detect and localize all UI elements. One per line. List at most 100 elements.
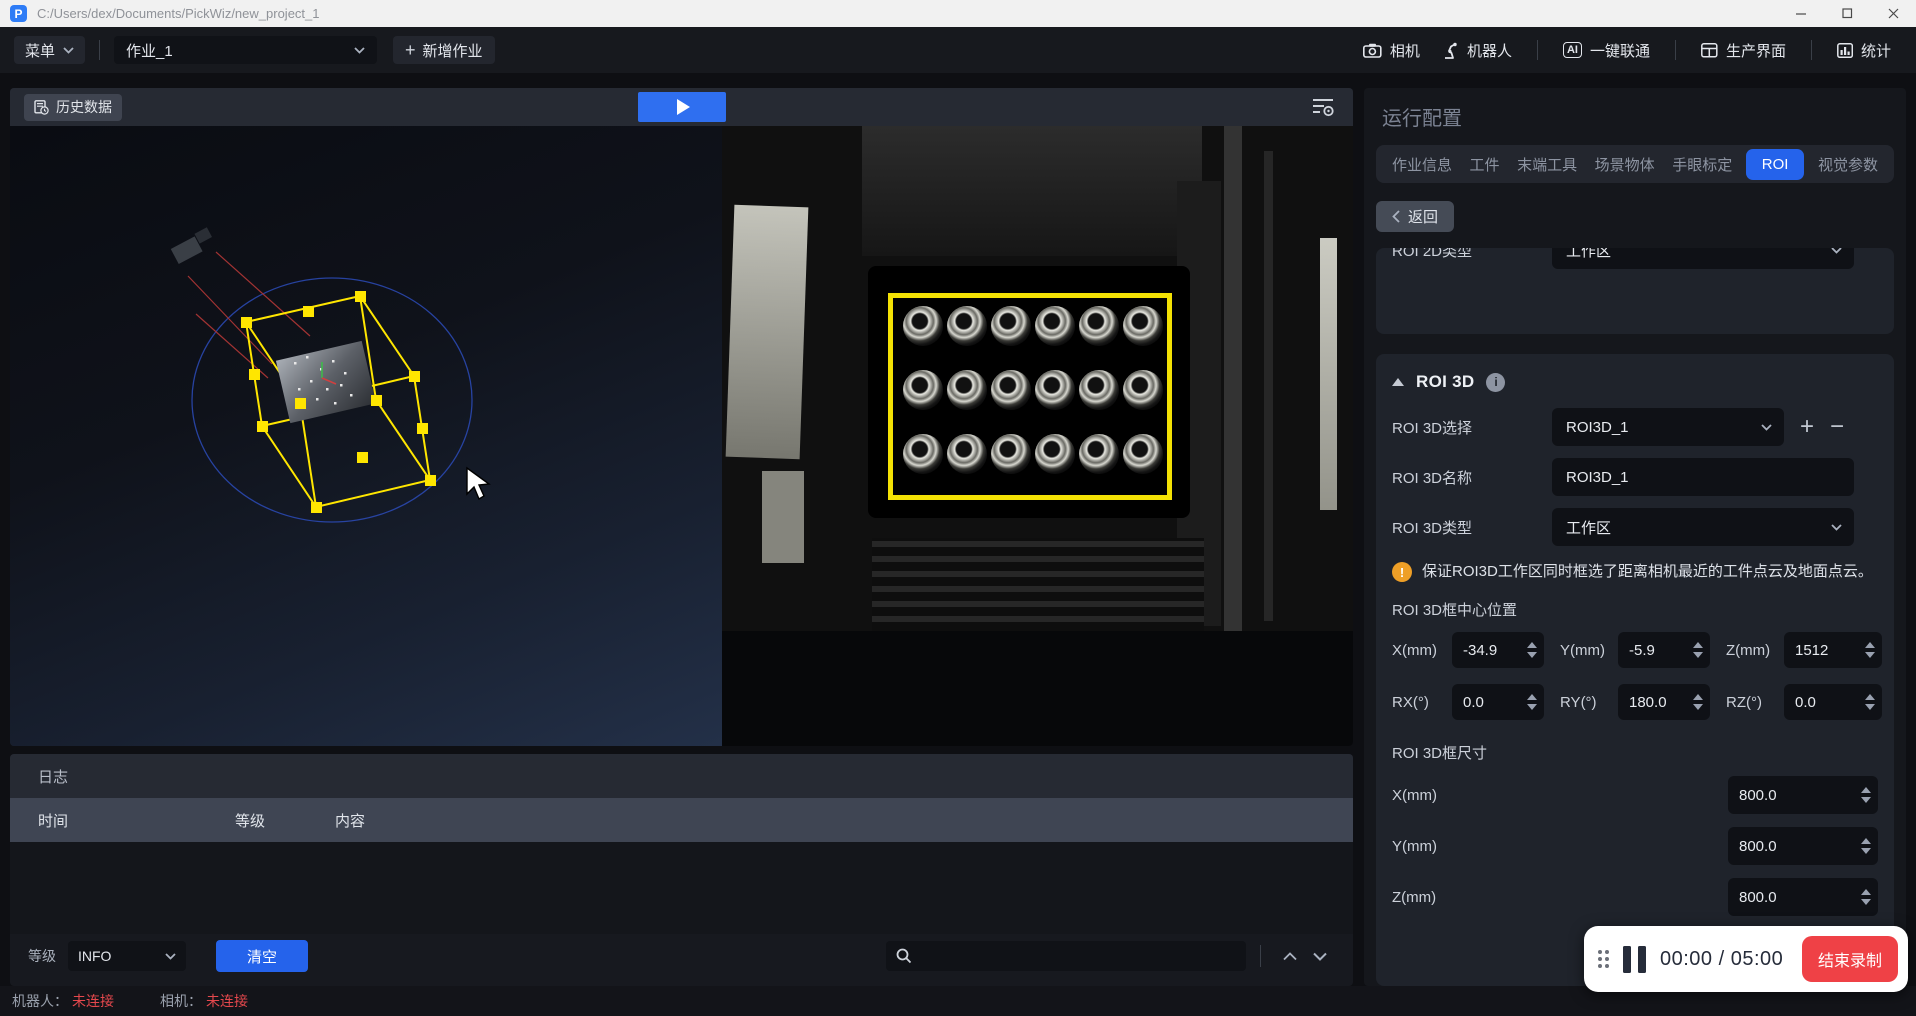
app-logo-icon: P	[10, 5, 27, 22]
ry-label: RY(°)	[1560, 693, 1597, 711]
roi3d-select-value: ROI3D_1	[1566, 418, 1629, 436]
tab-roi[interactable]: ROI	[1745, 148, 1805, 180]
log-controls: 等级 INFO 清空	[10, 934, 1353, 986]
back-label: 返回	[1408, 209, 1439, 226]
toolbar-divider	[1536, 40, 1538, 60]
back-button[interactable]: 返回	[1376, 201, 1455, 232]
remove-roi3d-button[interactable]: −	[1830, 415, 1844, 439]
size-z-value: 800.0	[1739, 888, 1777, 906]
roi3d-name-label: ROI 3D名称	[1392, 469, 1473, 487]
history-data-button[interactable]: 历史数据	[24, 93, 122, 121]
log-table-body[interactable]	[10, 842, 1353, 934]
info-icon[interactable]: i	[1486, 372, 1506, 392]
rx-stepper[interactable]: 0.0	[1452, 684, 1544, 721]
tab-workpiece[interactable]: 工件	[1466, 148, 1504, 181]
ai-connect-button[interactable]: AI 一键联通	[1552, 36, 1661, 64]
tab-end-tool[interactable]: 末端工具	[1513, 148, 1581, 181]
tab-job-info[interactable]: 作业信息	[1388, 148, 1456, 181]
menu-button[interactable]: 菜单	[14, 36, 86, 64]
search-prev-button[interactable]	[1275, 943, 1305, 969]
bright-panel	[725, 204, 809, 460]
size-x-stepper[interactable]: 800.0	[1728, 776, 1878, 815]
x-center-stepper[interactable]: -34.9	[1452, 632, 1544, 669]
viewport-panel: 历史数据	[10, 88, 1353, 746]
pause-button[interactable]	[1623, 945, 1646, 973]
roi-2d-rectangle[interactable]	[888, 293, 1172, 500]
roi3d-section-title: ROI 3D	[1416, 372, 1475, 391]
run-play-button[interactable]	[637, 92, 726, 122]
roi3d-type-select[interactable]: 工作区	[1552, 508, 1854, 546]
size-y-label: Y(mm)	[1392, 837, 1437, 855]
stepper-arrows-icon[interactable]	[1865, 694, 1875, 711]
log-table-header: 时间 等级 内容	[10, 798, 1353, 842]
machine-base	[872, 538, 1204, 631]
stepper-arrows-icon[interactable]	[1527, 642, 1537, 659]
roi3d-name-input[interactable]: ROI3D_1	[1552, 458, 1854, 496]
camera-button[interactable]: 相机	[1352, 36, 1431, 64]
y-center-stepper[interactable]: -5.9	[1618, 632, 1710, 669]
maximize-button[interactable]	[1824, 0, 1870, 27]
close-button[interactable]	[1870, 0, 1916, 27]
stepper-arrows-icon[interactable]	[1865, 642, 1875, 659]
roi3d-name-value: ROI3D_1	[1566, 468, 1629, 486]
run-config-panel: 运行配置 作业信息 工件 末端工具 场景物体 手眼标定 ROI 视觉参数 返回 …	[1364, 88, 1906, 986]
rail	[1224, 126, 1242, 631]
log-panel-title: 日志	[10, 754, 1353, 798]
y-center-value: -5.9	[1629, 641, 1655, 659]
roi3d-card: ROI 3D i ROI 3D选择 ROI3D_1 + − ROI 3D名称 R…	[1376, 354, 1894, 986]
camera-image-view[interactable]	[722, 126, 1353, 746]
job-select-value: 作业_1	[126, 42, 173, 60]
play-icon	[676, 99, 690, 115]
roi3d-select[interactable]: ROI3D_1	[1552, 408, 1784, 446]
roi2d-type-select[interactable]: 工作区	[1552, 248, 1854, 269]
stepper-arrows-icon[interactable]	[1527, 694, 1537, 711]
stepper-arrows-icon[interactable]	[1693, 694, 1703, 711]
robot-button[interactable]: 机器人	[1431, 36, 1523, 64]
job-select[interactable]: 作业_1	[114, 36, 378, 64]
collapse-icon[interactable]	[1392, 378, 1404, 386]
roi3d-center-title: ROI 3D框中心位置	[1392, 602, 1518, 620]
tab-hand-eye-calib[interactable]: 手眼标定	[1668, 148, 1736, 181]
stepper-arrows-icon[interactable]	[1861, 787, 1871, 804]
level-filter-value: INFO	[78, 948, 112, 964]
stepper-arrows-icon[interactable]	[1861, 889, 1871, 906]
menu-label: 菜单	[25, 42, 56, 60]
add-job-button[interactable]: + 新增作业	[393, 36, 495, 64]
level-filter-select[interactable]: INFO	[68, 941, 186, 971]
main-toolbar: 菜单 作业_1 + 新增作业 相机 机器人 AI 一键联通 生产界面 统计	[0, 27, 1916, 73]
drag-handle-icon[interactable]	[1598, 950, 1609, 968]
clear-log-button[interactable]: 清空	[216, 940, 308, 972]
tab-vision-params[interactable]: 视觉参数	[1814, 148, 1882, 181]
tab-scene-object[interactable]: 场景物体	[1591, 148, 1659, 181]
ai-connect-label: 一键联通	[1589, 42, 1650, 60]
stepper-arrows-icon[interactable]	[1861, 838, 1871, 855]
display-settings-icon[interactable]	[1311, 96, 1335, 123]
size-z-stepper[interactable]: 800.0	[1728, 878, 1878, 917]
3d-point-cloud-view[interactable]	[10, 126, 722, 746]
stop-recording-button[interactable]: 结束录制	[1802, 936, 1898, 982]
production-ui-label: 生产界面	[1725, 42, 1786, 60]
roi2d-type-label: ROI 2D类型	[1392, 248, 1473, 260]
size-y-stepper[interactable]: 800.0	[1728, 827, 1878, 866]
panel-title: 运行配置	[1382, 108, 1462, 130]
rz-stepper[interactable]: 0.0	[1784, 684, 1882, 721]
roi3d-center-grid: X(mm) -34.9 Y(mm) -5.9 Z(mm) 1512 RX(°) …	[1392, 632, 1882, 721]
config-tabs: 作业信息 工件 末端工具 场景物体 手眼标定 ROI 视觉参数	[1376, 145, 1894, 183]
robot-icon	[1444, 42, 1457, 59]
log-search-box[interactable]	[886, 941, 1246, 971]
z-center-stepper[interactable]: 1512	[1784, 632, 1882, 669]
log-search-input[interactable]	[918, 948, 1236, 964]
add-roi3d-button[interactable]: +	[1800, 415, 1814, 439]
roi2d-card: ROI 2D类型 工作区	[1376, 248, 1894, 334]
roi3d-warning-text: 保证ROI3D工作区同时框选了距离相机最近的工件点云及地面点云。	[1422, 563, 1873, 580]
chevron-down-icon	[354, 46, 365, 54]
statistics-button[interactable]: 统计	[1826, 36, 1902, 64]
chevron-down-icon	[1831, 523, 1842, 531]
roi3d-wireframe-scene	[170, 227, 473, 523]
production-ui-button[interactable]: 生产界面	[1690, 36, 1797, 64]
search-next-button[interactable]	[1305, 943, 1335, 969]
ry-stepper[interactable]: 180.0	[1618, 684, 1710, 721]
stepper-arrows-icon[interactable]	[1693, 642, 1703, 659]
bright-block	[762, 471, 804, 563]
minimize-button[interactable]	[1778, 0, 1824, 27]
